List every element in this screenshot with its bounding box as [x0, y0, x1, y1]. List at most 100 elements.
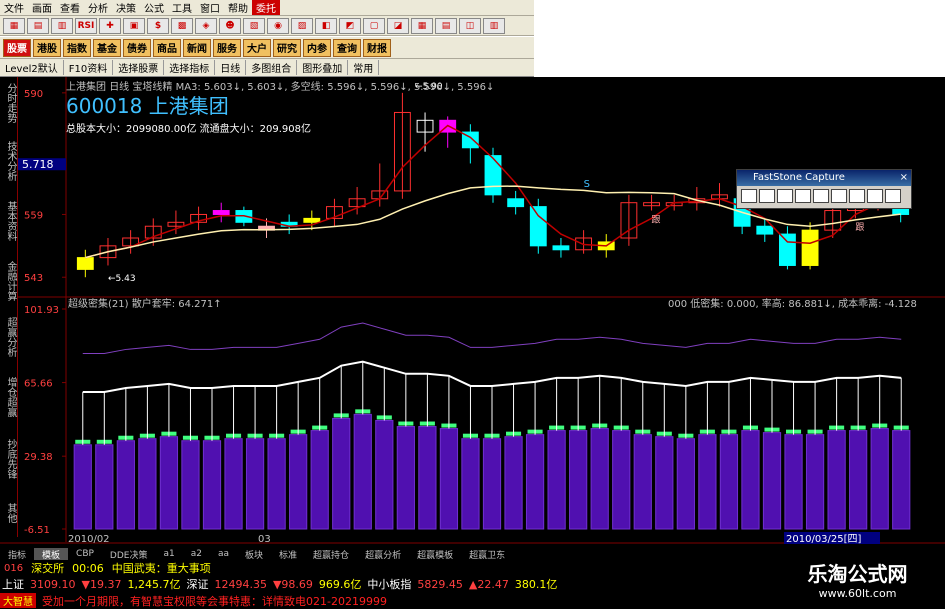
sz-label[interactable]: 深证: [186, 576, 208, 592]
side-tab[interactable]: 抄底先锋: [2, 439, 16, 479]
menu-item[interactable]: 决策: [112, 0, 140, 15]
bottom-tab[interactable]: CBP: [68, 549, 102, 559]
toolbar-icon[interactable]: ▧: [243, 17, 265, 34]
annotation-label: S: [584, 179, 590, 190]
toolbar-icon[interactable]: ▥: [483, 17, 505, 34]
toolbar-icon[interactable]: ◈: [195, 17, 217, 34]
users-icon[interactable]: ☻: [219, 17, 241, 34]
news-source[interactable]: 深交所: [31, 560, 64, 576]
site-watermark: 乐淘公式网 www.60lt.com: [770, 548, 945, 609]
side-tab[interactable]: 技术分析: [2, 141, 16, 181]
bottom-tab[interactable]: 板块: [237, 548, 271, 561]
nav-button[interactable]: 服务: [213, 38, 241, 57]
nav-button[interactable]: 大户: [243, 38, 271, 57]
level2-select[interactable]: Level2默认: [0, 60, 64, 75]
nav-button[interactable]: 新闻: [183, 38, 211, 57]
chart-area[interactable]: 590 559 543 5.718 ←5.90 ←5.43 S 跟跟 101.93 65.66 29…: [0, 77, 945, 548]
toolbar-icon[interactable]: ▨: [291, 17, 313, 34]
capture-object-icon[interactable]: [759, 189, 775, 203]
nav-button[interactable]: 指数: [63, 38, 91, 57]
menu-item[interactable]: 查看: [56, 0, 84, 15]
toolbar-icon[interactable]: ▤: [27, 17, 49, 34]
nav-button[interactable]: 港股: [33, 38, 61, 57]
marquee-text[interactable]: 受加一个月期限，有智慧宝权限等会事特惠：详情致电021-20219999: [36, 593, 387, 609]
capture-rect-icon[interactable]: [777, 189, 793, 203]
smb-label[interactable]: 中小板指: [367, 576, 411, 592]
menu-item[interactable]: 文件: [0, 0, 28, 15]
bottom-tab-active[interactable]: 模板: [34, 547, 69, 561]
menu-item[interactable]: 工具: [168, 0, 196, 15]
menu-item[interactable]: 窗口: [196, 0, 224, 15]
capture-freehand-icon[interactable]: [795, 189, 811, 203]
chart-canvas[interactable]: 5905595435.718←5.90←5.43S跟跟101.9365.6629…: [0, 77, 945, 548]
bottom-tab[interactable]: a2: [183, 549, 210, 559]
toolbar-icon[interactable]: ▩: [171, 17, 193, 34]
menu-item-active[interactable]: 委托: [252, 0, 280, 15]
bottom-tab[interactable]: aa: [210, 549, 237, 559]
capture-window-icon[interactable]: [741, 189, 757, 203]
nav-button[interactable]: 股票: [3, 38, 31, 57]
toolbar-icon[interactable]: ▥: [51, 17, 73, 34]
nav-button[interactable]: 基金: [93, 38, 121, 57]
bottom-tab[interactable]: 超赢分析: [357, 548, 409, 561]
bottom-tab[interactable]: 超赢持仓: [305, 548, 357, 561]
toolbar-icon[interactable]: ▦: [3, 17, 25, 34]
toolbar-icon[interactable]: ▤: [435, 17, 457, 34]
side-tab[interactable]: 增仓超赢: [2, 377, 16, 417]
stock-code: 600018: [66, 94, 143, 118]
news-headline[interactable]: 中国武夷：重大事项: [112, 560, 211, 576]
rsi-icon[interactable]: RSI: [75, 17, 97, 34]
side-tab[interactable]: 超赢分析: [2, 317, 16, 357]
toolbar-icon[interactable]: ▢: [363, 17, 385, 34]
sub-item[interactable]: 日线: [215, 60, 247, 75]
plus-icon[interactable]: ✚: [99, 17, 121, 34]
nav-button[interactable]: 内参: [303, 38, 331, 57]
capture-fullscreen-icon[interactable]: [813, 189, 829, 203]
toolbar-icon[interactable]: ◫: [459, 17, 481, 34]
nav-button[interactable]: 查询: [333, 38, 361, 57]
capture-video-icon[interactable]: [867, 189, 883, 203]
toolbar-icon[interactable]: ◪: [387, 17, 409, 34]
capture-fixed-icon[interactable]: [849, 189, 865, 203]
sub-item[interactable]: 多图组合: [246, 60, 298, 75]
side-tab[interactable]: 分时走势: [2, 83, 16, 123]
sh-label[interactable]: 上证: [2, 576, 24, 592]
side-tab[interactable]: 其他: [2, 503, 16, 523]
bottom-tab[interactable]: 指标: [0, 548, 34, 561]
close-icon[interactable]: ×: [900, 170, 908, 186]
toolbar-icon[interactable]: ▦: [411, 17, 433, 34]
menu-item[interactable]: 公式: [140, 0, 168, 15]
menu-item[interactable]: 分析: [84, 0, 112, 15]
menu-item[interactable]: 帮助: [224, 0, 252, 15]
dollar-icon[interactable]: $: [147, 17, 169, 34]
bottom-tab[interactable]: DDE决策: [102, 548, 156, 561]
faststone-title[interactable]: FastStone Capture ×: [737, 170, 911, 186]
news-row: 016 深交所 00:06 中国武夷：重大事项: [0, 560, 770, 576]
nav-button[interactable]: 财报: [363, 38, 391, 57]
bottom-tab[interactable]: a1: [155, 549, 182, 559]
bottom-tab[interactable]: 超赢卫东: [461, 548, 513, 561]
settings-icon[interactable]: [885, 189, 901, 203]
bottom-tab[interactable]: 标准: [271, 548, 305, 561]
toolbar-icon[interactable]: ▣: [123, 17, 145, 34]
sub-item[interactable]: 图形叠加: [297, 60, 349, 75]
toolbar-icon[interactable]: ◧: [315, 17, 337, 34]
nav-button[interactable]: 商品: [153, 38, 181, 57]
faststone-buttons: [737, 186, 911, 206]
side-tabs: 分时走势 技术分析 基本资料 金融计算 超赢分析 增仓超赢 抄底先锋 其他: [0, 77, 18, 537]
side-tab[interactable]: 金融计算: [2, 261, 16, 301]
menu-item[interactable]: 画面: [28, 0, 56, 15]
faststone-capture-window[interactable]: FastStone Capture ×: [736, 169, 912, 209]
bottom-tab[interactable]: 超赢模板: [409, 548, 461, 561]
toolbar-icon[interactable]: ◉: [267, 17, 289, 34]
watermark-title: 乐淘公式网: [807, 561, 908, 586]
sub-item[interactable]: 常用: [348, 60, 380, 75]
nav-button[interactable]: 研究: [273, 38, 301, 57]
sub-item[interactable]: F10资料: [64, 60, 114, 75]
side-tab[interactable]: 基本资料: [2, 201, 16, 241]
sub-item[interactable]: 选择股票: [113, 60, 165, 75]
toolbar-icon[interactable]: ◩: [339, 17, 361, 34]
sub-item[interactable]: 选择指标: [164, 60, 216, 75]
capture-scroll-icon[interactable]: [831, 189, 847, 203]
nav-button[interactable]: 债券: [123, 38, 151, 57]
